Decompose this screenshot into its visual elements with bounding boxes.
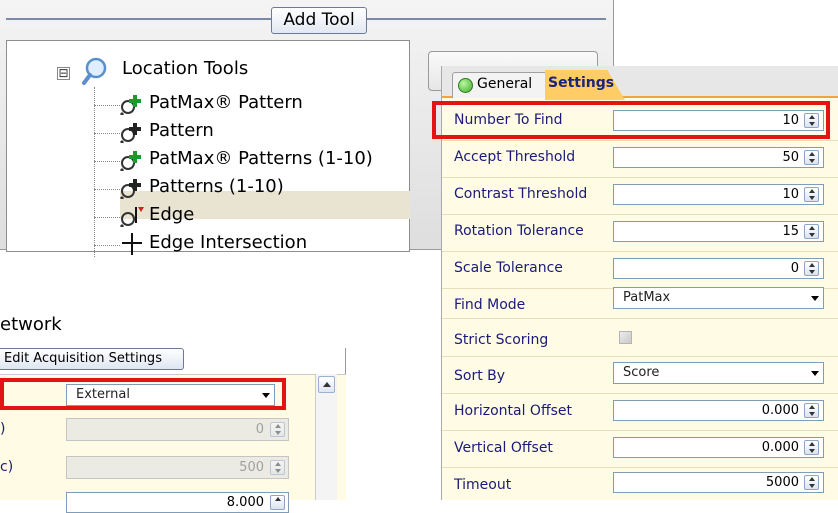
row-divider <box>442 177 838 178</box>
label-horizontal-offset: Horizontal Offset <box>454 403 572 419</box>
label-contrast-threshold: Contrast Threshold <box>454 186 588 202</box>
row-divider <box>442 393 838 394</box>
tree-root-location-tools[interactable]: Location Tools <box>122 58 248 79</box>
tree-connector <box>94 217 120 218</box>
scroll-up-icon[interactable] <box>318 376 335 393</box>
acquisition-panel: Edit Acquisition Settings External ) 0 c… <box>0 348 346 513</box>
label-sort-by: Sort By <box>454 368 506 384</box>
tab-settings[interactable]: Settings <box>545 70 625 100</box>
spinner-icon <box>270 422 285 437</box>
acq-row-label: ) <box>0 421 6 437</box>
rotation-tolerance-spinner[interactable] <box>804 224 819 239</box>
sort-by-select[interactable]: Score <box>613 362 824 384</box>
label-timeout: Timeout <box>454 477 512 493</box>
tree-connector <box>94 245 120 246</box>
accept-threshold-spinner[interactable] <box>804 150 819 165</box>
label-accept-threshold: Accept Threshold <box>454 149 576 165</box>
timeout-spinner[interactable] <box>804 475 819 490</box>
find-mode-value: PatMax <box>623 290 671 305</box>
tree-connector <box>94 87 95 257</box>
tab-strip: General Settings <box>442 66 838 100</box>
strict-scoring-checkbox[interactable] <box>619 331 632 344</box>
contrast-threshold-spinner[interactable] <box>804 187 819 202</box>
network-label: etwork <box>0 314 62 335</box>
acq-disabled-field: 0 <box>66 418 289 441</box>
collapse-toggle[interactable]: ⊟ <box>57 67 70 80</box>
tree-connector <box>94 133 120 134</box>
status-ok-icon <box>458 78 473 93</box>
spinner-icon[interactable] <box>270 495 285 510</box>
vertical-offset-spinner[interactable] <box>804 440 819 455</box>
tree-item-pattern[interactable]: Pattern <box>149 120 214 141</box>
label-strict-scoring: Strict Scoring <box>454 332 549 348</box>
acq-row-label: c) <box>0 459 14 475</box>
sort-by-value: Score <box>623 365 660 380</box>
row-divider <box>442 467 838 468</box>
vertical-offset-input[interactable]: 0.000 <box>613 437 824 458</box>
tool-tree: ⊟ Location Tools PatMax® Pattern Pattern <box>6 40 410 257</box>
row-divider <box>442 356 838 357</box>
tree-item-patmax-pattern[interactable]: PatMax® Pattern <box>149 92 303 113</box>
timeout-input[interactable]: 5000 <box>613 472 824 493</box>
spinner-icon <box>270 460 285 475</box>
acquisition-scrollbar[interactable] <box>315 374 337 500</box>
chevron-down-icon <box>811 296 819 301</box>
magnifier-icon <box>82 57 107 85</box>
number-to-find-highlight-box <box>432 101 830 139</box>
edge-intersection-icon <box>122 233 142 255</box>
label-scale-tolerance: Scale Tolerance <box>454 260 563 276</box>
tree-item-patterns[interactable]: Patterns (1-10) <box>149 176 284 197</box>
acq-disabled-field: 500 <box>66 456 289 479</box>
tree-connector <box>94 161 120 162</box>
row-divider <box>442 318 838 319</box>
scale-tolerance-spinner[interactable] <box>804 261 819 276</box>
tree-connector <box>94 189 120 190</box>
row-divider <box>442 140 838 141</box>
patmax-pattern-icon <box>120 95 141 115</box>
acq-number-field[interactable]: 8.000 <box>66 492 289 513</box>
pattern-icon <box>120 123 141 143</box>
tab-settings-label: Settings <box>548 75 615 91</box>
row-divider <box>442 214 838 215</box>
label-find-mode: Find Mode <box>454 297 526 313</box>
accept-threshold-input[interactable]: 50 <box>613 147 824 168</box>
row-divider <box>442 251 838 252</box>
horizontal-offset-input[interactable]: 0.000 <box>613 400 824 421</box>
contrast-threshold-input[interactable]: 10 <box>613 184 824 205</box>
chevron-down-icon <box>811 371 819 376</box>
tab-general-label: General <box>477 76 533 92</box>
edit-acquisition-settings-tab[interactable]: Edit Acquisition Settings <box>0 348 184 370</box>
rotation-tolerance-input[interactable]: 15 <box>613 221 824 242</box>
scale-tolerance-input[interactable]: 0 <box>613 258 824 279</box>
tree-item-edge-intersection[interactable]: Edge Intersection <box>149 232 307 253</box>
trigger-highlight-box <box>0 378 286 410</box>
horizontal-offset-spinner[interactable] <box>804 403 819 418</box>
add-tool-title: Add Tool <box>271 7 367 34</box>
tree-connector <box>94 105 120 106</box>
label-rotation-tolerance: Rotation Tolerance <box>454 223 584 239</box>
edge-icon <box>120 207 144 227</box>
tree-item-patmax-patterns[interactable]: PatMax® Patterns (1-10) <box>149 148 373 169</box>
patmax-patterns-icon <box>120 151 141 171</box>
row-divider <box>442 430 838 431</box>
find-mode-select[interactable]: PatMax <box>613 287 824 309</box>
label-vertical-offset: Vertical Offset <box>454 440 553 456</box>
patterns-icon <box>120 179 141 199</box>
tree-item-edge[interactable]: Edge <box>149 204 194 225</box>
tab-general[interactable]: General <box>452 72 550 98</box>
